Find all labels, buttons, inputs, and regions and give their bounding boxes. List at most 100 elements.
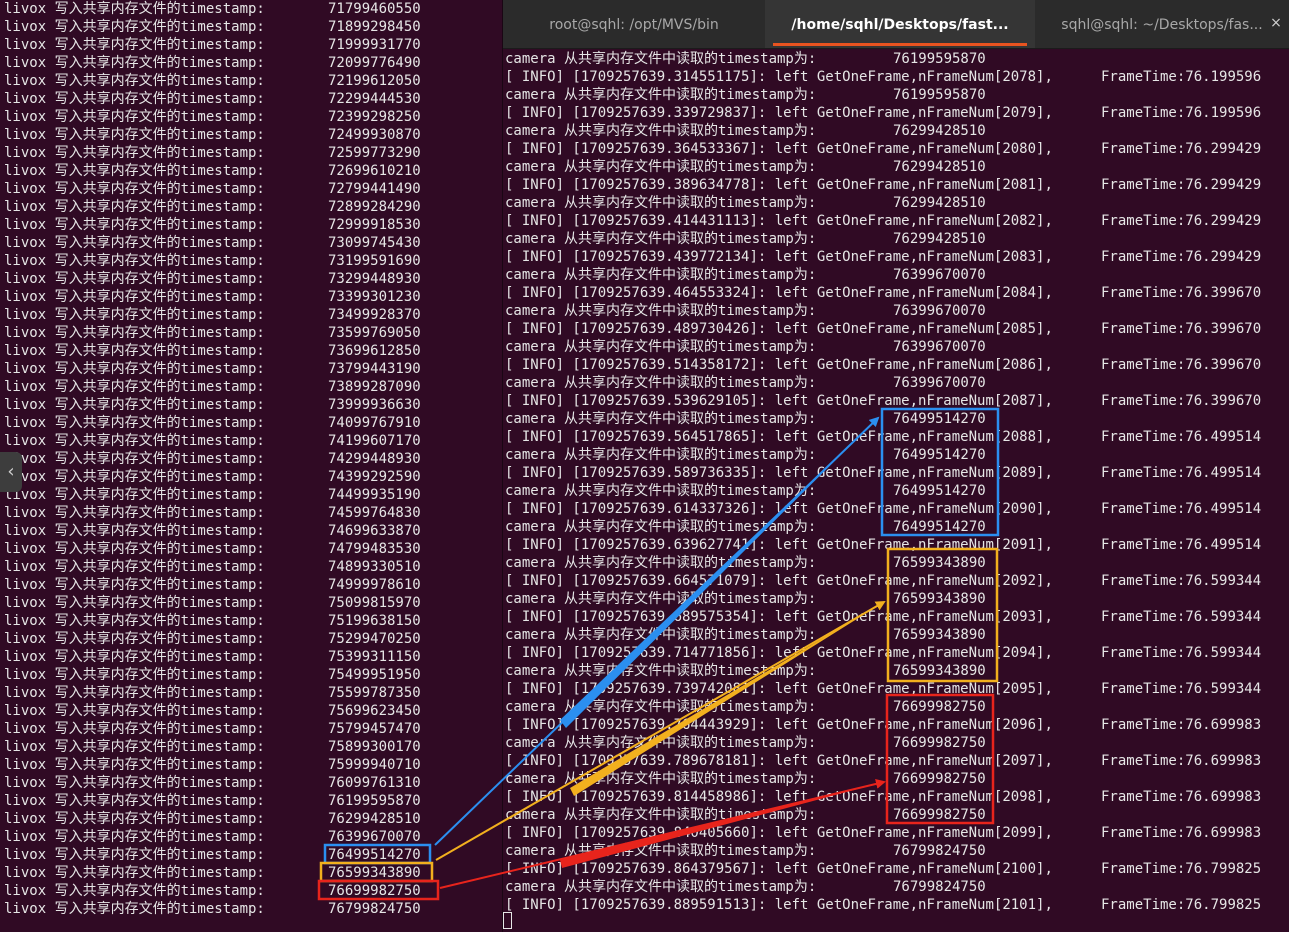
info-open: [ INFO] [ <box>505 609 581 625</box>
info-close: ], <box>1036 249 1053 265</box>
camera-timestamp-value: 76799824750 <box>893 843 986 859</box>
camera-prefix: camera 从共享内存文件中读取的timestamp为: <box>505 375 817 391</box>
close-tab-icon[interactable]: × <box>1269 16 1283 30</box>
info-close: ], <box>1036 825 1053 841</box>
info-mid: ]: left GetOneFrame,nFrameNum[ <box>749 357 1003 373</box>
line-prefix: livox 写入共享内存文件的timestamp: <box>4 271 265 287</box>
info-mid: ]: left GetOneFrame,nFrameNum[ <box>749 861 1003 877</box>
timestamp-value: 72899284290 <box>328 199 421 215</box>
line-prefix: livox 写入共享内存文件的timestamp: <box>4 757 265 773</box>
timestamp-value: 72499930870 <box>328 127 421 143</box>
left-output-line: livox 写入共享内存文件的timestamp: 71799460550 <box>4 0 421 18</box>
right-terminal-pane[interactable]: root@sqhl: /opt/MVS/bin /home/sqhl/Deskt… <box>503 0 1289 932</box>
info-open: [ INFO] [ <box>505 285 581 301</box>
frame-time-value: 76.499514 <box>1185 429 1262 445</box>
frame-time-value: 76.599344 <box>1185 609 1262 625</box>
collapse-handle-icon[interactable]: ‹ <box>0 452 22 492</box>
info-mid: ]: left GetOneFrame,nFrameNum[ <box>749 285 1003 301</box>
frame-time-label: FrameTime: <box>1101 573 1186 589</box>
frame-time-label: FrameTime: <box>1101 105 1186 121</box>
timestamp-value: 72199612050 <box>328 73 421 89</box>
left-output-line: livox 写入共享内存文件的timestamp: 76499514270 <box>4 846 421 864</box>
info-log-line: [ INFO] [1709257639.739742081]: left Get… <box>505 680 1285 698</box>
left-output-line: livox 写入共享内存文件的timestamp: 74099767910 <box>4 414 421 432</box>
line-prefix: livox 写入共享内存文件的timestamp: <box>4 181 265 197</box>
timestamp-value: 74899330510 <box>328 559 421 575</box>
left-output-line: livox 写入共享内存文件的timestamp: 72799441490 <box>4 180 421 198</box>
camera-prefix: camera 从共享内存文件中读取的timestamp为: <box>505 159 817 175</box>
line-prefix: livox 写入共享内存文件的timestamp: <box>4 559 265 575</box>
line-prefix: livox 写入共享内存文件的timestamp: <box>4 505 265 521</box>
camera-timestamp-value: 76399670070 <box>893 303 986 319</box>
frame-time: FrameTime:76.699983 <box>1101 752 1261 770</box>
tab-label: root@sqhl: /opt/MVS/bin <box>549 17 719 33</box>
tab-fast-active[interactable]: /home/sqhl/Desktops/fast... <box>765 0 1035 48</box>
timestamp-value: 76799824750 <box>328 901 421 917</box>
timestamp-value: 74999978610 <box>328 577 421 593</box>
left-terminal-pane[interactable]: livox 写入共享内存文件的timestamp: 71799460550 livo… <box>0 0 503 932</box>
left-output-line: livox 写入共享内存文件的timestamp: 73699612850 <box>4 342 421 360</box>
info-log-line: [ INFO] [1709257639.689575354]: left Get… <box>505 608 1285 626</box>
info-log-line: [ INFO] [1709257639.764443929]: left Get… <box>505 716 1285 734</box>
info-log-line: [ INFO] [1709257639.539629105]: left Get… <box>505 392 1285 410</box>
timestamp-value: 74199607170 <box>328 433 421 449</box>
camera-prefix: camera 从共享内存文件中读取的timestamp为: <box>505 483 817 499</box>
frame-time-value: 76.399670 <box>1185 321 1262 337</box>
frame-time-label: FrameTime: <box>1101 69 1186 85</box>
timestamp-value: 76399670070 <box>328 829 421 845</box>
tab-root-mvs-bin[interactable]: root@sqhl: /opt/MVS/bin <box>503 0 765 48</box>
info-close: ], <box>1036 357 1053 373</box>
frame-time-label: FrameTime: <box>1101 177 1186 193</box>
frame-time-value: 76.499514 <box>1185 537 1262 553</box>
info-mid: ]: left GetOneFrame,nFrameNum[ <box>749 465 1003 481</box>
left-output-line: livox 写入共享内存文件的timestamp: 75799457470 <box>4 720 421 738</box>
info-mid: ]: left GetOneFrame,nFrameNum[ <box>749 717 1003 733</box>
frame-time-value: 76.799825 <box>1185 861 1262 877</box>
camera-read-line: camera 从共享内存文件中读取的timestamp为: 76299428510 <box>505 194 1285 212</box>
left-output-line: livox 写入共享内存文件的timestamp: 75899300170 <box>4 738 421 756</box>
camera-prefix: camera 从共享内存文件中读取的timestamp为: <box>505 123 817 139</box>
left-output-line: livox 写入共享内存文件的timestamp: 72299444530 <box>4 90 421 108</box>
info-mid: ]: left GetOneFrame,nFrameNum[ <box>749 645 1003 661</box>
info-log-line: [ INFO] [1709257639.614337326]: left Get… <box>505 500 1285 518</box>
left-output-line: livox 写入共享内存文件的timestamp: 75499951950 <box>4 666 421 684</box>
info-time: 1709257639.389634778 <box>580 177 750 193</box>
left-output-line: livox 写入共享内存文件的timestamp: 76199595870 <box>4 792 421 810</box>
camera-prefix: camera 从共享内存文件中读取的timestamp为: <box>505 807 817 823</box>
camera-timestamp-value: 76599343890 <box>893 591 986 607</box>
info-open: [ INFO] [ <box>505 141 581 157</box>
timestamp-value: 74099767910 <box>328 415 421 431</box>
frame-time-value: 76.699983 <box>1185 717 1262 733</box>
timestamp-value: 73199591690 <box>328 253 421 269</box>
line-prefix: livox 写入共享内存文件的timestamp: <box>4 811 265 827</box>
timestamp-value: 73399301230 <box>328 289 421 305</box>
camera-timestamp-value: 76499514270 <box>893 447 986 463</box>
tab-label: /home/sqhl/Desktops/fast... <box>791 17 1009 33</box>
timestamp-value: 75399311150 <box>328 649 421 665</box>
info-close: ], <box>1036 753 1053 769</box>
frame-time-label: FrameTime: <box>1101 249 1186 265</box>
info-open: [ INFO] [ <box>505 501 581 517</box>
timestamp-value: 74599764830 <box>328 505 421 521</box>
camera-prefix: camera 从共享内存文件中读取的timestamp为: <box>505 663 817 679</box>
info-time: 1709257639.364533367 <box>580 141 750 157</box>
left-output-line: livox 写入共享内存文件的timestamp: 72899284290 <box>4 198 421 216</box>
camera-timestamp-value: 76399670070 <box>893 339 986 355</box>
timestamp-value: 75499951950 <box>328 667 421 683</box>
frame-time: FrameTime:76.399670 <box>1101 392 1261 410</box>
tab-sqhl-desktops[interactable]: sqhl@sqhl: ~/Desktops/fas... × <box>1035 0 1289 48</box>
frame-time: FrameTime:76.299429 <box>1101 212 1261 230</box>
frame-time: FrameTime:76.399670 <box>1101 320 1261 338</box>
info-open: [ INFO] [ <box>505 717 581 733</box>
line-prefix: livox 写入共享内存文件的timestamp: <box>4 739 265 755</box>
info-frame-num: 2088 <box>1002 429 1037 445</box>
camera-timestamp-value: 76399670070 <box>893 267 986 283</box>
info-frame-num: 2097 <box>1002 753 1037 769</box>
info-log-line: [ INFO] [1709257639.364533367]: left Get… <box>505 140 1285 158</box>
timestamp-value: 73899287090 <box>328 379 421 395</box>
timestamp-value: 71799460550 <box>328 1 421 17</box>
info-open: [ INFO] [ <box>505 573 581 589</box>
info-time: 1709257639.639627741 <box>580 537 750 553</box>
frame-time-value: 76.699983 <box>1185 789 1262 805</box>
frame-time: FrameTime:76.499514 <box>1101 464 1261 482</box>
